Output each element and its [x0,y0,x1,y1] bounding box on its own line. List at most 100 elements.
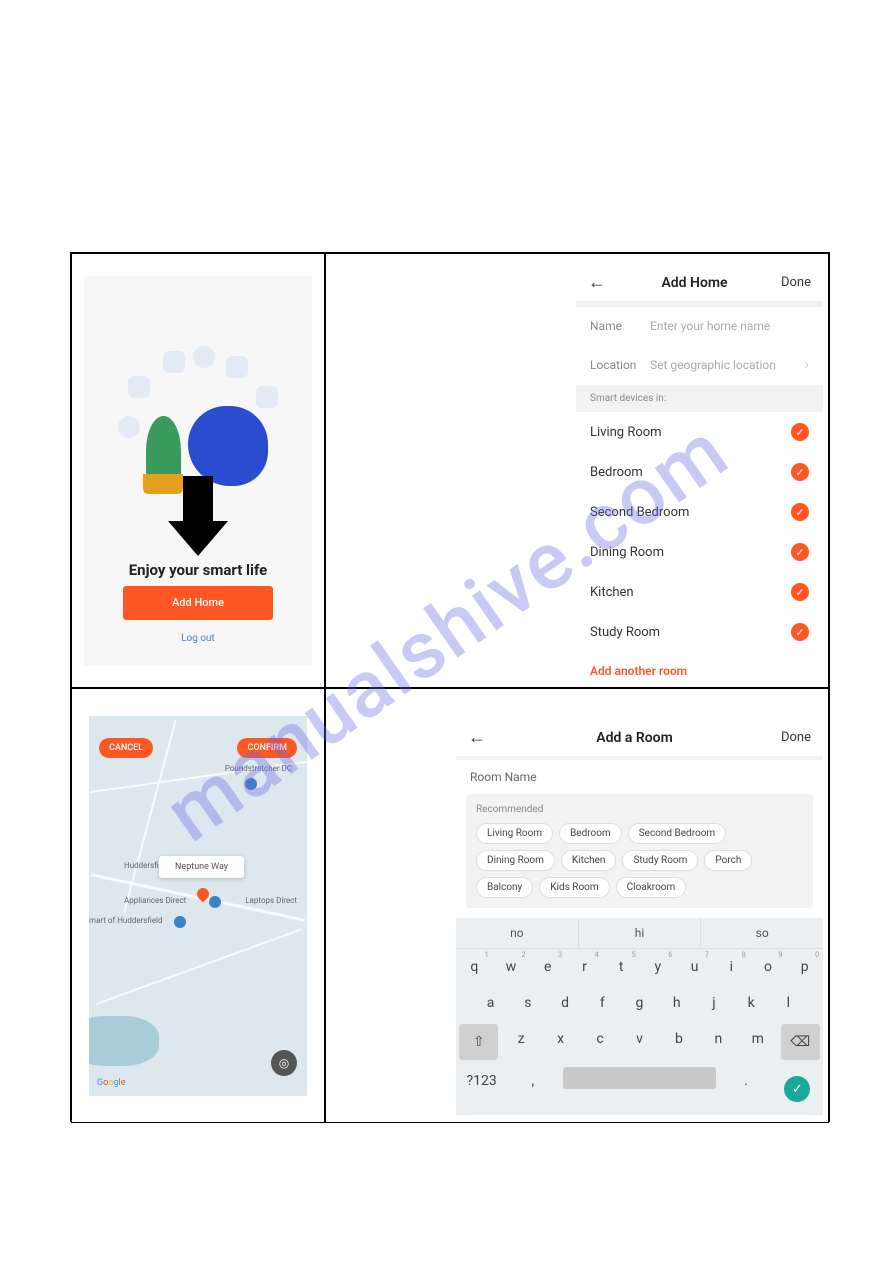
back-icon[interactable]: ← [588,272,618,293]
room-name-input[interactable]: Room Name [456,760,823,794]
suggestion-bar: nohiso [456,918,823,949]
room-chip[interactable]: Kitchen [561,850,617,871]
key[interactable]: k [733,985,770,1021]
chip-list: Living Room Bedroom Second Bedroom Dining R… [476,823,803,898]
back-icon[interactable]: ← [468,727,498,748]
map-label: Poundstretcher DC [225,764,292,773]
room-row[interactable]: Bedroom✓ [576,452,823,492]
confirm-button[interactable]: CONFIRM [237,738,297,758]
room-chip[interactable]: Balcony [476,877,533,898]
location-label: Location [590,358,650,372]
screen-enjoy-smart-life: Enjoy your smart life Add Home Log out [71,253,325,688]
map-label: mart of Huddersfield [89,916,163,925]
room-chip[interactable]: Bedroom [559,823,622,844]
symbols-key[interactable]: ?123 [456,1063,507,1115]
room-row[interactable]: Second Bedroom✓ [576,492,823,532]
key[interactable]: i8 [713,949,750,985]
logout-link[interactable]: Log out [84,633,312,644]
backspace-key[interactable]: ⌫ [781,1024,820,1060]
name-input[interactable]: Enter your home name [650,319,809,333]
room-label: Bedroom [590,465,643,480]
room-chip[interactable]: Second Bedroom [628,823,726,844]
check-icon: ✓ [791,623,809,641]
key[interactable]: d [546,985,583,1021]
location-tooltip: Neptune Way [159,856,244,878]
key[interactable]: x [541,1021,580,1063]
location-row[interactable]: Location Set geographic location › [576,345,823,385]
suggestion[interactable]: no [456,918,579,948]
key[interactable]: a [472,985,509,1021]
header: ← Add Home Done [576,264,823,301]
room-chip[interactable]: Study Room [622,850,698,871]
key[interactable]: n [699,1021,738,1063]
screen-map: CANCEL CONFIRM Poundstretcher DC Hudders… [71,688,325,1123]
room-chip[interactable]: Porch [704,850,752,871]
keyboard-row: ?123 , . ✓ [456,1063,823,1115]
key[interactable]: y6 [640,949,677,985]
suggestion[interactable]: hi [579,918,702,948]
room-row[interactable]: Dining Room✓ [576,532,823,572]
done-button[interactable]: Done [771,275,811,290]
screen-add-room: ← Add a Room Done Room Name Recommended … [325,688,829,1123]
add-home-button[interactable]: Add Home [123,586,273,620]
key[interactable]: b [659,1021,698,1063]
key[interactable]: z [501,1021,540,1063]
map-view[interactable]: CANCEL CONFIRM Poundstretcher DC Hudders… [89,716,307,1096]
down-arrow-icon [168,476,228,561]
header: ← Add a Room Done [456,719,823,756]
check-icon: ✓ [791,583,809,601]
room-row[interactable]: Kitchen✓ [576,572,823,612]
key[interactable]: s [509,985,546,1021]
space-key[interactable] [563,1067,717,1089]
enter-key[interactable]: ✓ [772,1063,823,1115]
room-label: Study Room [590,625,660,640]
key[interactable]: c [580,1021,619,1063]
chevron-right-icon: › [805,357,809,373]
key[interactable]: l [770,985,807,1021]
google-logo: Google [97,1078,125,1088]
key[interactable]: p0 [786,949,823,985]
suggestion[interactable]: so [701,918,823,948]
key[interactable]: t5 [603,949,640,985]
page-title: Add Home [618,275,771,291]
room-label: Living Room [590,425,662,440]
key[interactable]: r4 [566,949,603,985]
key[interactable]: h [658,985,695,1021]
key[interactable]: f [584,985,621,1021]
key[interactable]: g [621,985,658,1021]
page-title: Add a Room [498,730,771,746]
my-location-button[interactable]: ◎ [271,1050,297,1076]
room-chip[interactable]: Living Room [476,823,553,844]
name-row[interactable]: Name Enter your home name [576,307,823,345]
onboarding-illustration [118,336,278,486]
phone-frame: Enjoy your smart life Add Home Log out [84,276,312,666]
key[interactable]: v [620,1021,659,1063]
done-button[interactable]: Done [771,730,811,745]
period-key[interactable]: . [720,1063,771,1115]
recommended-panel: Recommended Living RoomBedroomSecond Bed… [466,794,813,908]
room-chip[interactable]: Kids Room [539,877,609,898]
key[interactable]: q1 [456,949,493,985]
tagline-text: Enjoy your smart life [84,561,312,579]
room-chip[interactable]: Dining Room [476,850,555,871]
location-value: Set geographic location [650,358,805,372]
map-pin-icon [245,778,257,790]
add-room-link[interactable]: Add another room [576,652,823,688]
comma-key[interactable]: , [507,1063,558,1115]
key[interactable]: u7 [676,949,713,985]
map-pin-icon [174,916,186,928]
cancel-button[interactable]: CANCEL [99,738,153,758]
shift-key[interactable]: ⇧ [459,1024,498,1060]
key[interactable]: w2 [493,949,530,985]
key[interactable]: m [738,1021,777,1063]
room-row[interactable]: Living Room✓ [576,412,823,452]
key[interactable]: j [695,985,732,1021]
screen-add-home: ← Add Home Done Name Enter your home nam… [325,253,829,688]
check-icon: ✓ [791,503,809,521]
key[interactable]: o9 [750,949,787,985]
keyboard-row: ⇧zxcvbnm⌫ [456,1021,823,1063]
room-chip[interactable]: Cloakroom [616,877,687,898]
section-header: Smart devices in: [576,385,823,412]
key[interactable]: e3 [529,949,566,985]
room-row[interactable]: Study Room ✓ [576,612,823,652]
